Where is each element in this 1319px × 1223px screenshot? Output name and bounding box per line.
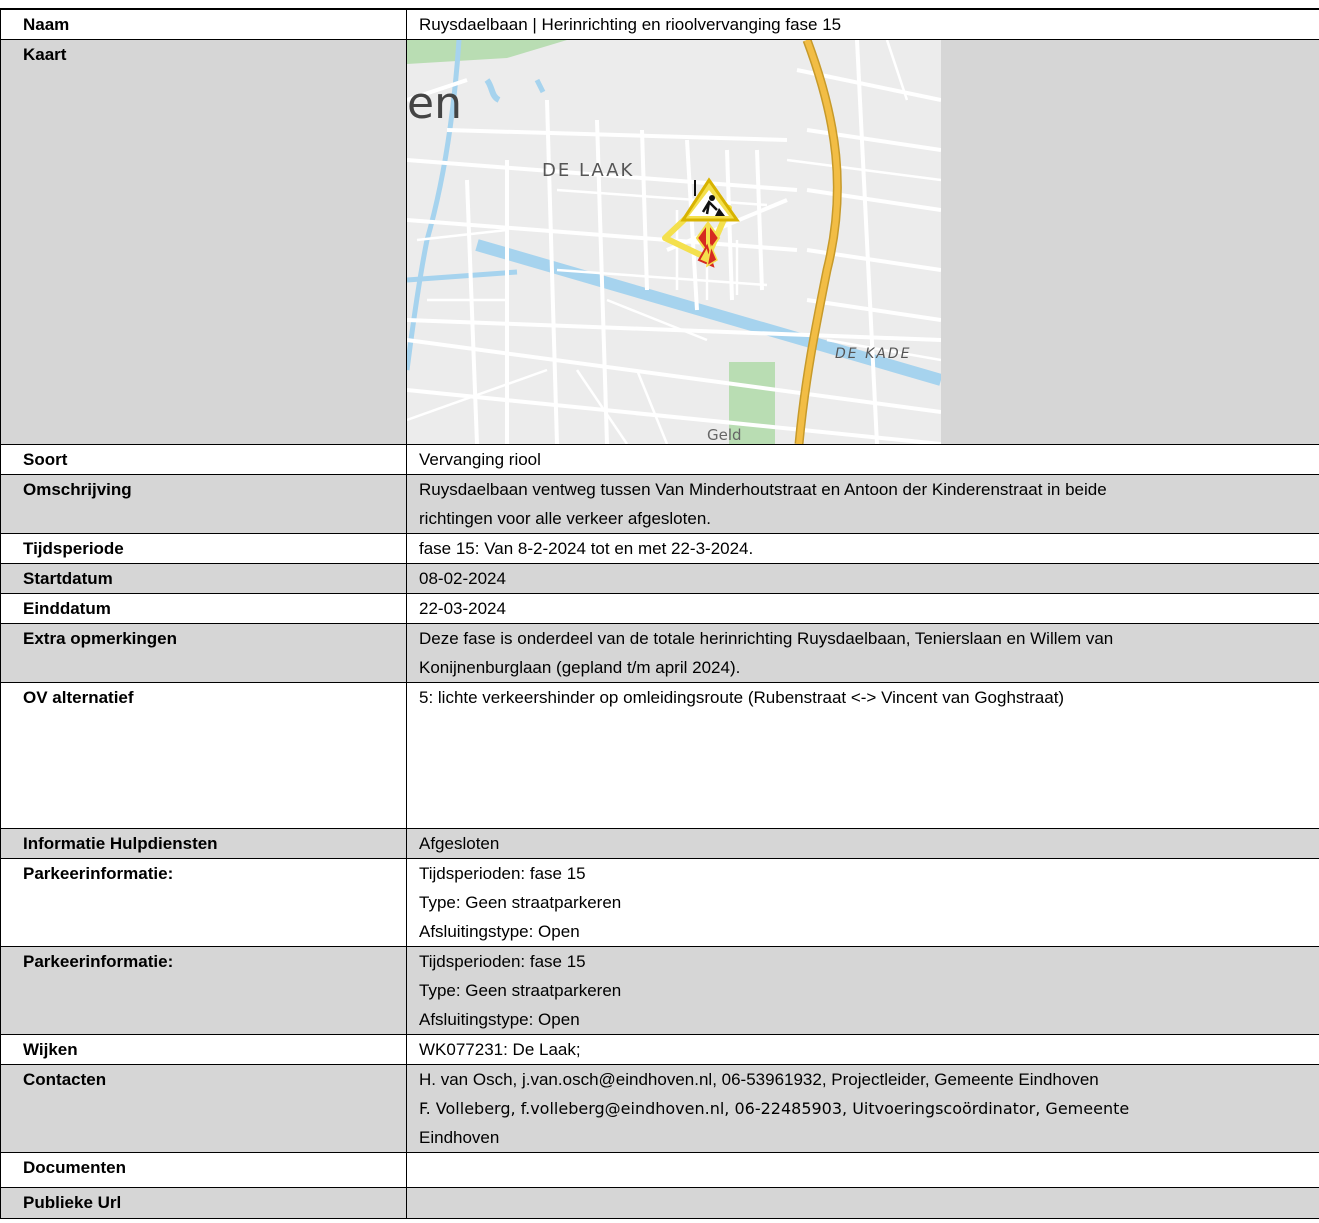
row-label: Einddatum [0, 593, 407, 624]
row-soort: Soort Vervanging riool [0, 444, 1319, 475]
value-line: Konijnenburglaan (gepland t/m april 2024… [419, 658, 741, 677]
map-label-city: en [407, 78, 462, 129]
row-parkeerinformatie: Parkeerinformatie: Tijdsperioden: fase 1… [0, 858, 1319, 947]
value-line: richtingen voor alle verkeer afgesloten. [419, 509, 711, 528]
row-tijdsperiode: Tijdsperiode fase 15: Van 8-2-2024 tot e… [0, 533, 1319, 564]
row-value: Tijdsperioden: fase 15 Type: Geen straat… [406, 946, 1319, 1035]
row-value [406, 1152, 1319, 1188]
value-line: Type: Geen straatparkeren [419, 981, 622, 1000]
row-value: H. van Osch, j.van.osch@eindhoven.nl, 06… [406, 1064, 1319, 1153]
row-value: WK077231: De Laak; [406, 1034, 1319, 1065]
row-value: 22-03-2024 [406, 593, 1319, 624]
row-startdatum: Startdatum 08-02-2024 [0, 563, 1319, 594]
row-label: Wijken [0, 1034, 407, 1065]
row-value: Deze fase is onderdeel van de totale her… [406, 623, 1319, 683]
row-value: Ruysdaelbaan ventweg tussen Van Minderho… [406, 474, 1319, 534]
row-value: Ruysdaelbaan | Herinrichting en rioolver… [406, 8, 1319, 40]
row-label: Parkeerinformatie: [0, 858, 407, 947]
row-label: Kaart [0, 39, 407, 445]
row-label: Documenten [0, 1152, 407, 1188]
row-label: Extra opmerkingen [0, 623, 407, 683]
row-value: fase 15: Van 8-2-2024 tot en met 22-3-20… [406, 533, 1319, 564]
value-line: Ruysdaelbaan ventweg tussen Van Minderho… [419, 480, 1107, 499]
cut-off-heading [0, 0, 900, 8]
row-documenten: Documenten [0, 1152, 1319, 1188]
map[interactable]: en DE LAAK DE KADE Geld [407, 40, 941, 444]
row-wijken: Wijken WK077231: De Laak; [0, 1034, 1319, 1065]
row-label: OV alternatief [0, 682, 407, 829]
map-cell: en DE LAAK DE KADE Geld [406, 39, 1319, 445]
info-table: Naam Ruysdaelbaan | Herinrichting en rio… [0, 8, 1319, 1219]
value-line: Tijdsperioden: fase 15 [419, 864, 586, 883]
row-value: 08-02-2024 [406, 563, 1319, 594]
value-line: Afsluitingstype: Open [419, 1010, 580, 1029]
row-extra-opmerkingen: Extra opmerkingen Deze fase is onderdeel… [0, 623, 1319, 683]
row-label: Parkeerinformatie: [0, 946, 407, 1035]
value-line: Eindhoven [419, 1128, 500, 1147]
row-value: 5: lichte verkeershinder op omleidingsro… [406, 682, 1319, 829]
map-label-district-de-kade: DE KADE [835, 346, 911, 362]
row-label: Contacten [0, 1064, 407, 1153]
value-line: H. van Osch, j.van.osch@eindhoven.nl, 06… [419, 1070, 1099, 1089]
row-einddatum: Einddatum 22-03-2024 [0, 593, 1319, 624]
row-ov-alternatief: OV alternatief 5: lichte verkeershinder … [0, 682, 1319, 829]
row-label: Naam [0, 8, 407, 40]
row-contacten: Contacten H. van Osch, j.van.osch@eindho… [0, 1064, 1319, 1153]
row-label: Soort [0, 444, 407, 475]
value-line: Afsluitingstype: Open [419, 922, 580, 941]
map-label-district-de-laak: DE LAAK [542, 160, 634, 181]
row-label: Publieke Url [0, 1187, 407, 1219]
row-value: Afgesloten [406, 828, 1319, 859]
row-publieke-url: Publieke Url [0, 1187, 1319, 1219]
row-label: Startdatum [0, 563, 407, 594]
value-line: Type: Geen straatparkeren [419, 893, 622, 912]
row-parkeerinformatie: Parkeerinformatie: Tijdsperioden: fase 1… [0, 946, 1319, 1035]
row-informatie-hulpdiensten: Informatie Hulpdiensten Afgesloten [0, 828, 1319, 859]
row-value [406, 1187, 1319, 1219]
map-image: en DE LAAK DE KADE Geld [407, 40, 941, 444]
row-kaart: Kaart en DE LAAK DE KADE Geld [0, 39, 1319, 445]
row-label: Tijdsperiode [0, 533, 407, 564]
map-label-park: Geld [707, 426, 742, 444]
row-value: Vervanging riool [406, 444, 1319, 475]
row-label: Omschrijving [0, 474, 407, 534]
value-line: F. Volleberg, f.volleberg@eindhoven.nl, … [419, 1099, 1130, 1118]
row-value: Tijdsperioden: fase 15 Type: Geen straat… [406, 858, 1319, 947]
value-line: Tijdsperioden: fase 15 [419, 952, 586, 971]
value-line: Deze fase is onderdeel van de totale her… [419, 629, 1114, 648]
row-omschrijving: Omschrijving Ruysdaelbaan ventweg tussen… [0, 474, 1319, 534]
row-label: Informatie Hulpdiensten [0, 828, 407, 859]
row-naam: Naam Ruysdaelbaan | Herinrichting en rio… [0, 8, 1319, 40]
